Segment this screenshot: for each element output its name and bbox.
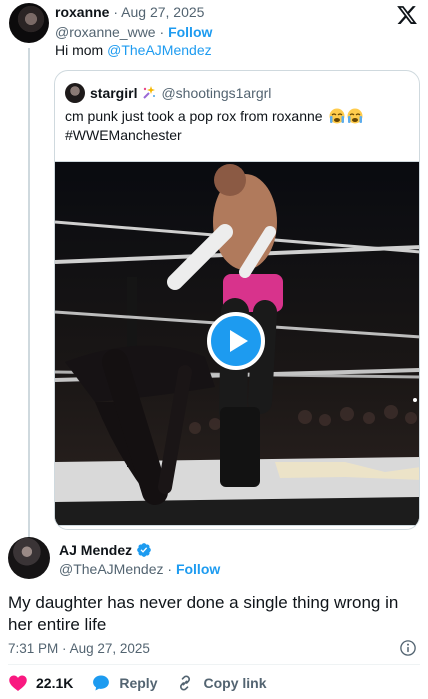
- mention-link[interactable]: @TheAJMendez: [107, 42, 211, 58]
- like-button[interactable]: 22.1K: [8, 673, 73, 693]
- main-tweet-handle-row: @TheAJMendez · Follow: [59, 561, 220, 577]
- quoted-author-handle: @shootings1argrl: [161, 85, 272, 101]
- verified-badge-icon: [137, 543, 151, 557]
- author-name[interactable]: AJ Mendez: [59, 542, 132, 558]
- parent-tweet: roxanne · Aug 27, 2025 @roxanne_wwe · Fo…: [0, 0, 428, 538]
- video-thumbnail[interactable]: [55, 161, 419, 526]
- avatar-roxanne[interactable]: [9, 3, 49, 43]
- reply-label: Reply: [119, 675, 158, 691]
- avatar-aj-mendez[interactable]: [8, 537, 50, 579]
- author-name[interactable]: roxanne: [55, 4, 109, 20]
- quoted-tweet[interactable]: stargirl @shootings1argrl cm punk just t…: [54, 70, 420, 530]
- main-tweet-text: My daughter has never done a single thin…: [8, 593, 399, 634]
- copy-link-label: Copy link: [203, 675, 267, 691]
- dot-separator: ·: [113, 4, 122, 20]
- divider: [8, 664, 420, 665]
- crying-face-emoji-icon: [329, 108, 363, 124]
- dot-separator: ·: [159, 24, 169, 40]
- quoted-text-line: cm punk just took a pop rox from roxanne: [65, 108, 323, 124]
- dot-separator: ·: [62, 641, 70, 656]
- follow-button[interactable]: Follow: [176, 561, 220, 577]
- tweet-actions: 22.1K Reply Copy link: [8, 672, 285, 694]
- main-tweet-timestamp[interactable]: 7:31 PM · Aug 27, 2025: [8, 641, 150, 656]
- reply-icon: [93, 675, 110, 691]
- tweet-time: 7:31 PM: [8, 641, 59, 656]
- sparkle-emoji-icon: [143, 86, 156, 99]
- main-tweet-header: AJ Mendez: [59, 542, 152, 558]
- follow-button[interactable]: Follow: [168, 24, 212, 40]
- copy-link-button[interactable]: Copy link: [175, 673, 267, 693]
- tweet-date[interactable]: Aug 27, 2025: [121, 4, 204, 20]
- quoted-tweet-text: cm punk just took a pop rox from roxanne…: [65, 107, 405, 145]
- play-icon: [230, 330, 248, 352]
- tweet-date: Aug 27, 2025: [69, 641, 150, 656]
- info-icon[interactable]: [399, 639, 417, 657]
- heart-icon: [9, 675, 27, 691]
- author-handle[interactable]: @roxanne_wwe: [55, 24, 156, 40]
- parent-tweet-header: roxanne · Aug 27, 2025: [55, 4, 204, 20]
- link-icon: [180, 675, 191, 691]
- author-handle[interactable]: @TheAJMendez: [59, 561, 163, 577]
- parent-tweet-text: Hi mom @TheAJMendez: [55, 42, 212, 58]
- reply-button[interactable]: Reply: [91, 673, 157, 693]
- parent-tweet-handle-row: @roxanne_wwe · Follow: [55, 24, 212, 40]
- thread-line: [28, 48, 30, 538]
- x-logo-icon[interactable]: [396, 4, 418, 26]
- avatar-stargirl: [65, 83, 85, 103]
- play-button[interactable]: [207, 312, 265, 370]
- quoted-tweet-header: stargirl @shootings1argrl: [65, 83, 271, 103]
- like-count: 22.1K: [36, 675, 74, 691]
- dot-separator: ·: [167, 561, 176, 577]
- quoted-author-name: stargirl: [90, 85, 138, 101]
- tweet-text: Hi mom: [55, 42, 104, 58]
- hashtag-link[interactable]: #WWEManchester: [65, 127, 182, 143]
